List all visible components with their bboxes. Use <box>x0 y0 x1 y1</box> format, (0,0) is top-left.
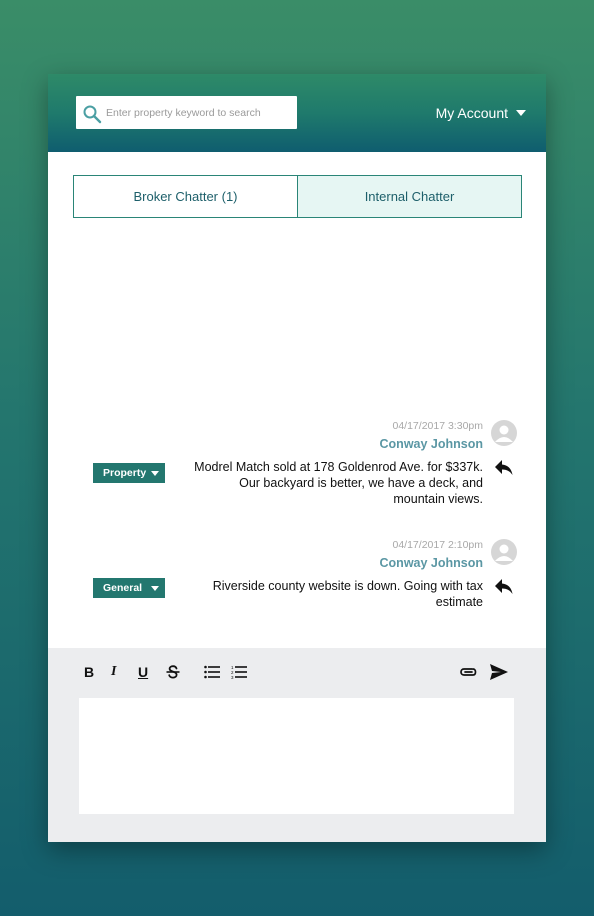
svg-text:3: 3 <box>231 675 234 679</box>
chevron-down-icon <box>516 110 526 116</box>
header-bar: My Account <box>48 74 546 152</box>
chevron-down-icon <box>151 586 159 591</box>
underline-button[interactable]: U <box>138 662 148 682</box>
message-composer: B I U 1 2 3 <box>48 648 546 842</box>
message-text: Riverside county website is down. Going … <box>212 579 483 609</box>
strikethrough-icon <box>166 665 180 679</box>
chatter-tabs: Broker Chatter (1) Internal Chatter <box>73 175 522 218</box>
italic-icon: I <box>111 664 117 679</box>
chatter-panel: My Account Broker Chatter (1) Internal C… <box>48 74 546 842</box>
reply-icon[interactable] <box>494 459 514 477</box>
search-icon <box>83 105 102 124</box>
search-box[interactable] <box>76 96 297 129</box>
send-button[interactable] <box>489 662 509 682</box>
category-dropdown[interactable]: Property <box>93 463 165 483</box>
numbered-list-button[interactable]: 1 2 3 <box>231 662 247 682</box>
avatar-icon <box>491 420 517 446</box>
my-account-label: My Account <box>435 105 508 121</box>
category-label: Property <box>103 467 147 479</box>
category-label: General <box>103 582 143 594</box>
message-timestamp: 04/17/2017 2:10pm <box>392 539 484 551</box>
bold-button[interactable]: B <box>84 662 94 682</box>
send-icon <box>490 664 508 680</box>
my-account-menu[interactable]: My Account <box>436 105 526 121</box>
numbered-list-icon: 1 2 3 <box>231 665 247 679</box>
reply-icon[interactable] <box>494 578 514 596</box>
message-editor[interactable] <box>79 698 514 814</box>
bold-icon: B <box>84 664 95 680</box>
attach-icon <box>460 668 477 676</box>
bullet-list-icon <box>204 665 220 679</box>
strikethrough-button[interactable] <box>165 662 181 682</box>
message-item: 04/17/2017 2:10pm Conway Johnson General… <box>48 535 546 615</box>
bullet-list-button[interactable] <box>204 662 220 682</box>
message-item: 04/17/2017 3:30pm Conway Johnson Propert… <box>48 416 546 511</box>
italic-button[interactable]: I <box>111 662 116 682</box>
tab-broker-chatter[interactable]: Broker Chatter (1) <box>73 175 298 218</box>
category-dropdown[interactable]: General <box>93 578 165 598</box>
chevron-down-icon <box>151 471 159 476</box>
tab-internal-chatter[interactable]: Internal Chatter <box>298 175 522 218</box>
underline-icon: U <box>138 664 149 680</box>
search-input[interactable] <box>106 96 291 129</box>
message-author: Conway Johnson <box>379 556 483 570</box>
avatar-icon <box>491 539 517 565</box>
message-text: Modrel Match sold at 178 Goldenrod Ave. … <box>194 460 483 506</box>
message-author: Conway Johnson <box>379 437 483 451</box>
message-timestamp: 04/17/2017 3:30pm <box>392 420 484 432</box>
attach-button[interactable] <box>459 662 477 682</box>
